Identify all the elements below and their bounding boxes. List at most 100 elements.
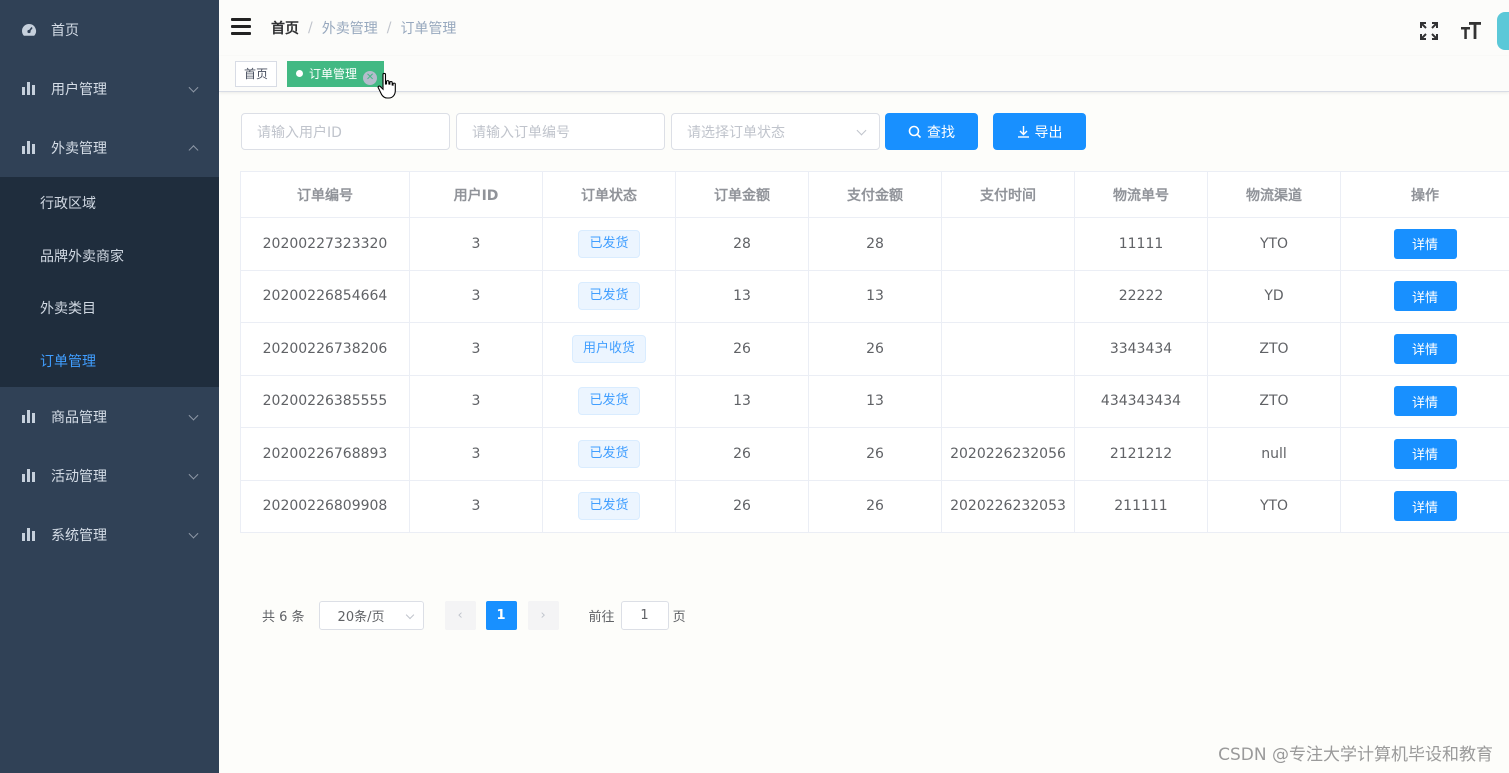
export-button[interactable]: 导出 bbox=[993, 113, 1086, 150]
column-header: 订单状态 bbox=[543, 172, 676, 218]
pagination: 共 6 条 20条/页 ‹ 1 › 前往 1 页 bbox=[262, 601, 686, 630]
sidebar-item-activity-management[interactable]: 活动管理 bbox=[0, 446, 219, 505]
breadcrumb-separator: / bbox=[386, 20, 392, 36]
page-size-value: 20条/页 bbox=[337, 610, 385, 625]
pay-time-cell: 2020226232056 bbox=[942, 428, 1075, 481]
status-badge: 用户收货 bbox=[571, 334, 646, 363]
status-badge: 已发货 bbox=[578, 439, 640, 468]
goto-suffix: 页 bbox=[672, 610, 686, 625]
tracking-number-cell: 3343434 bbox=[1075, 323, 1208, 376]
status-cell: 已发货 bbox=[543, 270, 676, 323]
tracking-number-cell: 22222 bbox=[1075, 270, 1208, 323]
status-cell: 已发货 bbox=[543, 375, 676, 428]
tags-view: 首页 订单管理 ✕ bbox=[219, 56, 1509, 92]
action-cell: 详情 bbox=[1341, 376, 1509, 428]
fullscreen-icon[interactable] bbox=[1413, 15, 1445, 47]
avatar[interactable] bbox=[1497, 12, 1509, 50]
hamburger-menu-icon[interactable] bbox=[231, 18, 251, 35]
close-icon[interactable]: ✕ bbox=[363, 71, 378, 85]
status-cell: 已发货 bbox=[543, 218, 676, 271]
sidebar-item-takeout-management[interactable]: 外卖管理 bbox=[0, 118, 219, 177]
order-number-cell: 20200226854664 bbox=[241, 270, 410, 323]
detail-button[interactable]: 详情 bbox=[1393, 281, 1457, 312]
table-row: 20200226809908 3 已发货 26 26 2020226232053… bbox=[241, 480, 1509, 533]
pay-time-cell bbox=[942, 270, 1075, 323]
pay-time-cell bbox=[942, 323, 1075, 376]
prev-page-button[interactable]: ‹ bbox=[444, 601, 476, 630]
breadcrumb-item-orders: 订单管理 bbox=[400, 21, 457, 37]
order-amount-cell: 13 bbox=[676, 270, 809, 323]
detail-button[interactable]: 详情 bbox=[1393, 386, 1457, 417]
status-badge: 已发货 bbox=[578, 229, 640, 258]
search-button[interactable]: 查找 bbox=[885, 113, 978, 150]
order-amount-cell: 26 bbox=[676, 323, 809, 376]
pay-time-cell: 2020226232053 bbox=[942, 480, 1075, 533]
paid-amount-cell: 13 bbox=[809, 270, 942, 323]
detail-button[interactable]: 详情 bbox=[1393, 491, 1457, 522]
font-size-icon[interactable] bbox=[1455, 15, 1487, 47]
chevron-down-icon bbox=[188, 528, 199, 539]
breadcrumb-item-home[interactable]: 首页 bbox=[271, 18, 299, 38]
submenu-item-category[interactable]: 外卖类目 bbox=[0, 282, 219, 335]
status-cell: 用户收货 bbox=[543, 323, 676, 376]
search-button-label: 查找 bbox=[927, 123, 955, 140]
column-header: 订单编号 bbox=[241, 172, 410, 218]
user-id-cell: 3 bbox=[410, 375, 543, 428]
order-number-cell: 20200226768893 bbox=[241, 428, 410, 481]
table-row: 20200226385555 3 已发货 13 13 434343434 ZTO… bbox=[241, 375, 1509, 428]
sidebar-item-label: 活动管理 bbox=[51, 468, 107, 485]
sidebar-item-home[interactable]: 首页 bbox=[0, 0, 219, 59]
table-row: 20200226768893 3 已发货 26 26 2020226232056… bbox=[241, 428, 1509, 481]
bar-chart-icon bbox=[20, 82, 38, 95]
status-badge: 已发货 bbox=[578, 387, 640, 416]
column-header: 订单金额 bbox=[676, 172, 809, 218]
column-header: 操作 bbox=[1341, 172, 1509, 218]
tag-label: 订单管理 bbox=[309, 67, 358, 81]
order-number-cell: 20200226385555 bbox=[241, 375, 410, 428]
submenu-item-region[interactable]: 行政区域 bbox=[0, 177, 219, 230]
order-number-placeholder: 请输入订单编号 bbox=[472, 124, 570, 141]
tag-order-management[interactable]: 订单管理 ✕ bbox=[287, 61, 385, 87]
sidebar-item-product-management[interactable]: 商品管理 bbox=[0, 387, 219, 446]
user-id-cell: 3 bbox=[410, 270, 543, 323]
detail-button[interactable]: 详情 bbox=[1393, 438, 1457, 469]
bar-chart-icon bbox=[20, 141, 38, 154]
page-number-button[interactable]: 1 bbox=[485, 601, 517, 630]
bar-chart-icon bbox=[20, 410, 38, 423]
chevron-down-icon bbox=[188, 82, 199, 93]
chevron-down-icon bbox=[188, 469, 199, 480]
next-page-button[interactable]: › bbox=[527, 601, 559, 630]
status-cell: 已发货 bbox=[543, 480, 676, 533]
order-status-placeholder: 请选择订单状态 bbox=[687, 124, 785, 141]
table-row: 20200226854664 3 已发货 13 13 22222 YD 详情 bbox=[241, 270, 1509, 323]
detail-button[interactable]: 详情 bbox=[1393, 228, 1457, 259]
tag-home[interactable]: 首页 bbox=[235, 61, 278, 87]
column-header: 支付金额 bbox=[809, 172, 942, 218]
export-button-label: 导出 bbox=[1034, 123, 1063, 140]
orders-table: 订单编号 用户ID 订单状态 订单金额 支付金额 支付时间 物流单号 物流渠道 … bbox=[240, 171, 1509, 533]
order-status-select[interactable]: 请选择订单状态 bbox=[671, 113, 880, 150]
breadcrumb-item-takeout[interactable]: 外卖管理 bbox=[322, 18, 378, 38]
page-size-select[interactable]: 20条/页 bbox=[318, 601, 424, 630]
status-badge: 已发货 bbox=[578, 282, 640, 311]
order-number-input[interactable]: 请输入订单编号 bbox=[456, 113, 665, 150]
action-cell: 详情 bbox=[1341, 218, 1509, 271]
navbar: 首页 / 外卖管理 / 订单管理 bbox=[219, 0, 1509, 56]
submenu-item-brand-merchant[interactable]: 品牌外卖商家 bbox=[0, 230, 219, 283]
goto-page-input[interactable]: 1 bbox=[620, 601, 669, 630]
order-amount-cell: 26 bbox=[676, 428, 809, 481]
detail-button[interactable]: 详情 bbox=[1393, 333, 1457, 364]
tracking-number-cell: 434343434 bbox=[1075, 375, 1208, 428]
sidebar-item-user-management[interactable]: 用户管理 bbox=[0, 59, 219, 118]
submenu-item-order-management[interactable]: 订单管理 bbox=[0, 335, 219, 388]
order-amount-cell: 13 bbox=[676, 375, 809, 428]
sidebar-item-system-management[interactable]: 系统管理 bbox=[0, 505, 219, 564]
navbar-right bbox=[1413, 12, 1509, 50]
column-header: 支付时间 bbox=[942, 172, 1075, 218]
submenu: 行政区域 品牌外卖商家 外卖类目 订单管理 bbox=[0, 177, 219, 387]
paid-amount-cell: 13 bbox=[809, 375, 942, 428]
search-icon bbox=[908, 125, 922, 139]
user-id-placeholder: 请输入用户ID bbox=[257, 124, 342, 141]
user-id-input[interactable]: 请输入用户ID bbox=[241, 113, 450, 150]
chevron-down-icon bbox=[188, 410, 199, 421]
